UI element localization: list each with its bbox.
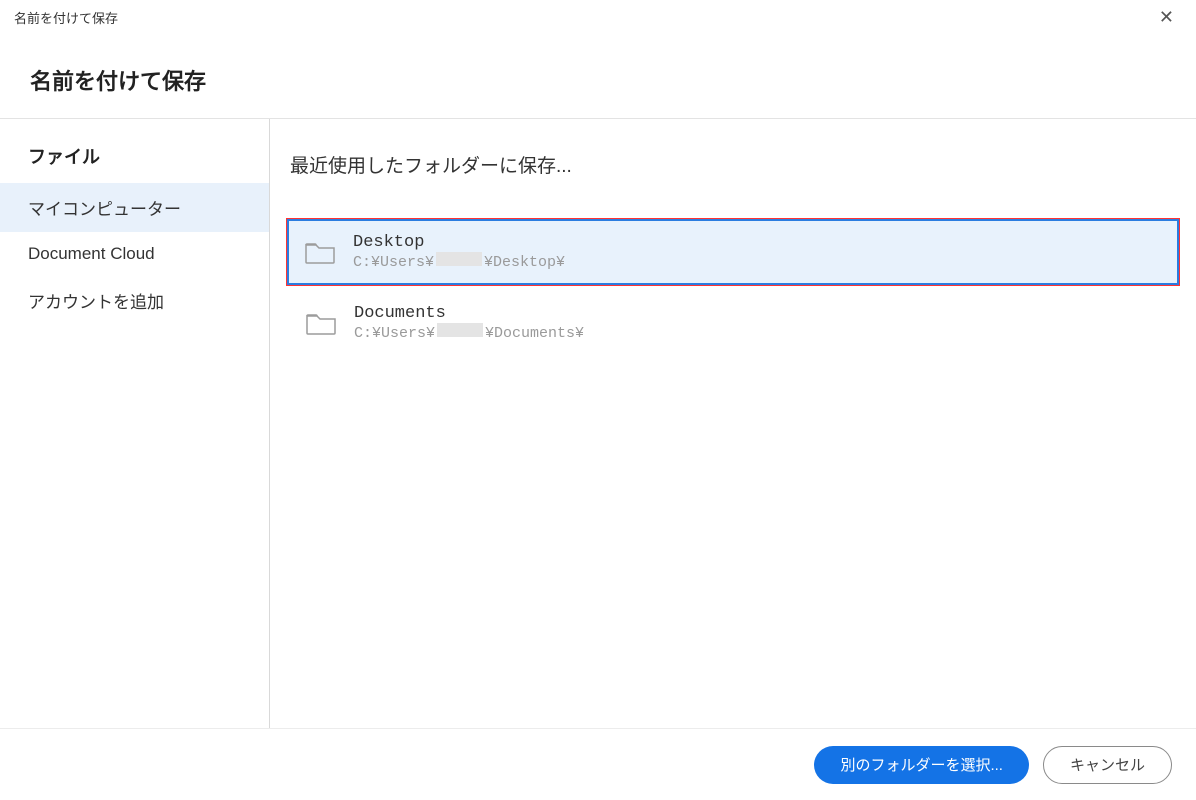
body: ファイル マイコンピューター Document Cloud アカウントを追加 最… bbox=[0, 119, 1196, 728]
sidebar-item-add-account[interactable]: アカウントを追加 bbox=[0, 276, 269, 325]
folder-texts: Desktop C:¥Users¥ ¥Desktop¥ bbox=[353, 233, 565, 271]
folder-icon bbox=[305, 240, 335, 264]
folder-item-desktop[interactable]: Desktop C:¥Users¥ ¥Desktop¥ bbox=[286, 218, 1180, 286]
main-panel: 最近使用したフォルダーに保存... Desktop C:¥Users¥ ¥Des… bbox=[270, 119, 1196, 728]
sidebar-item-document-cloud[interactable]: Document Cloud bbox=[0, 232, 269, 276]
folder-icon bbox=[306, 311, 336, 335]
folder-texts: Documents C:¥Users¥ ¥Documents¥ bbox=[354, 304, 584, 342]
folder-item-documents[interactable]: Documents C:¥Users¥ ¥Documents¥ bbox=[286, 288, 1180, 358]
dialog-heading-wrap: 名前を付けて保存 bbox=[0, 36, 1196, 118]
window-title: 名前を付けて保存 bbox=[14, 8, 118, 27]
sidebar-title: ファイル bbox=[0, 143, 269, 183]
folder-name: Desktop bbox=[353, 233, 565, 252]
folder-path-suffix: ¥Desktop¥ bbox=[484, 254, 565, 271]
main-heading: 最近使用したフォルダーに保存... bbox=[286, 151, 1180, 178]
cancel-button[interactable]: キャンセル bbox=[1043, 746, 1172, 784]
redacted-user bbox=[437, 323, 483, 337]
dialog-heading: 名前を付けて保存 bbox=[30, 64, 1166, 96]
folder-path-prefix: C:¥Users¥ bbox=[353, 254, 434, 271]
folder-path: C:¥Users¥ ¥Documents¥ bbox=[354, 323, 584, 342]
redacted-user bbox=[436, 252, 482, 266]
sidebar: ファイル マイコンピューター Document Cloud アカウントを追加 bbox=[0, 119, 270, 728]
folder-path-suffix: ¥Documents¥ bbox=[485, 325, 584, 342]
close-icon[interactable]: ✕ bbox=[1151, 3, 1182, 32]
folder-path-prefix: C:¥Users¥ bbox=[354, 325, 435, 342]
titlebar: 名前を付けて保存 ✕ bbox=[0, 0, 1196, 36]
folders-list: Desktop C:¥Users¥ ¥Desktop¥ bbox=[286, 218, 1180, 358]
folder-name: Documents bbox=[354, 304, 584, 323]
footer: 別のフォルダーを選択... キャンセル bbox=[0, 728, 1196, 800]
choose-folder-button[interactable]: 別のフォルダーを選択... bbox=[814, 746, 1029, 784]
sidebar-item-my-computer[interactable]: マイコンピューター bbox=[0, 183, 269, 232]
folder-path: C:¥Users¥ ¥Desktop¥ bbox=[353, 252, 565, 271]
